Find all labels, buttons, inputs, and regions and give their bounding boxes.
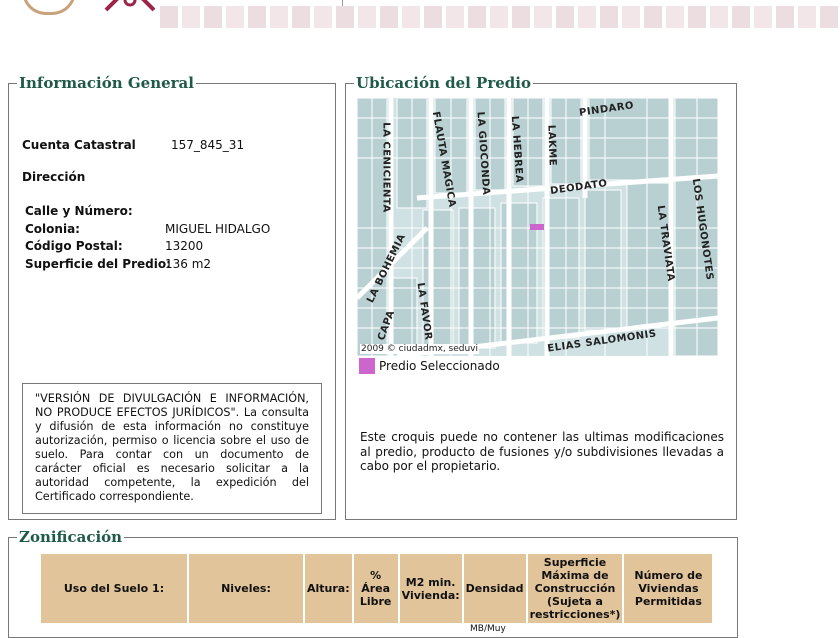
direccion-label: Dirección: [22, 170, 86, 184]
legal-disclaimer: "VERSIÓN DE DIVULGACIÓN E INFORMACIÓN, N…: [22, 383, 322, 514]
superficie-value: 136 m2: [165, 257, 212, 271]
government-logo: [22, 0, 76, 15]
map-copyright: 2009 © ciudadmx, seduvi: [360, 344, 480, 354]
codigo-postal-label: Código Postal:: [25, 239, 123, 253]
col-altura: Altura:: [305, 554, 352, 623]
zoning-title: Zonificación: [19, 528, 123, 546]
banner-pattern: [160, 6, 840, 28]
col-densidad: Densidad: [463, 554, 526, 623]
selected-lot-marker: [530, 224, 544, 230]
col-numero-viviendas: Número de Viviendas Permitidas: [624, 554, 713, 623]
cuenta-catastral-value: 157_845_31: [171, 138, 245, 152]
location-map[interactable]: PINDARO LA CENICIENTA FLAUTA MAGICA LA G…: [357, 98, 718, 356]
col-area-libre: % Área Libre: [353, 554, 398, 623]
general-info-title: Información General: [19, 74, 194, 92]
calle-label: Calle y Número:: [25, 204, 133, 218]
city-logo: [104, 0, 156, 12]
col-uso-suelo: Uso del Suelo 1:: [41, 554, 187, 623]
zoning-header-row: Uso del Suelo 1: Niveles: Altura: % Área…: [41, 554, 713, 623]
colonia-value: MIGUEL HIDALGO: [165, 222, 271, 236]
selected-lot-swatch: [359, 358, 375, 374]
location-title: Ubicación del Predio: [356, 74, 531, 92]
codigo-postal-value: 13200: [165, 239, 204, 253]
superficie-label: Superficie del Predio:: [25, 257, 171, 271]
map-note: Este croquis puede no contener las ultim…: [360, 430, 724, 473]
zoning-table: Uso del Suelo 1: Niveles: Altura: % Área…: [39, 552, 714, 625]
street-label: LA CENICIENTA: [380, 122, 392, 213]
col-superficie-maxima: Superficie Máxima de Construcción (Sujet…: [527, 554, 623, 623]
colonia-label: Colonia:: [25, 222, 80, 236]
col-niveles: Niveles:: [189, 554, 303, 623]
header-banner: [0, 0, 840, 32]
street-label: LAKME: [545, 124, 558, 167]
col-m2-vivienda: M2 min. Vivienda:: [399, 554, 462, 623]
cuenta-catastral-label: Cuenta Catastral: [22, 138, 136, 152]
densidad-cell-partial: MB/Muy: [470, 624, 506, 634]
selected-lot-legend: Predio Seleccionado: [379, 359, 500, 373]
